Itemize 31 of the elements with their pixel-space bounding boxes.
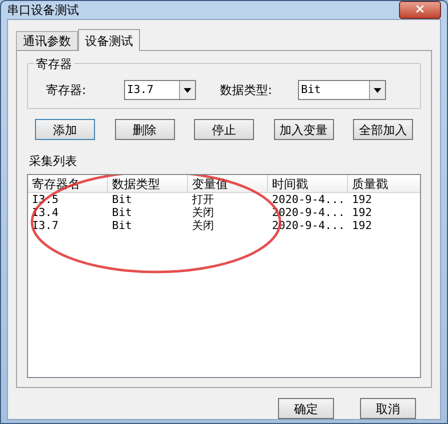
dialog-button[interactable]: 取消 bbox=[360, 398, 416, 419]
table-cell-text: 关闭 bbox=[191, 206, 215, 219]
table-cell-text: 打开 bbox=[191, 193, 215, 206]
table-cell-text: Bit bbox=[111, 193, 133, 206]
table-cell-text: Bit bbox=[111, 219, 133, 232]
dialog-button[interactable]: 确定 bbox=[278, 398, 334, 419]
tab[interactable]: 通讯参数 bbox=[16, 31, 78, 50]
table-cell-text: 192 bbox=[351, 206, 373, 219]
column-header[interactable]: 时间戳 bbox=[268, 175, 348, 193]
table-cell-text: 关闭 bbox=[191, 219, 215, 232]
action-button[interactable]: 全部加入 bbox=[353, 119, 413, 140]
action-button[interactable]: 加入变量 bbox=[274, 119, 334, 140]
column-header[interactable]: 数据类型 bbox=[108, 175, 188, 193]
data-type-value: Bit bbox=[301, 82, 321, 98]
list-title: 采集列表 bbox=[28, 153, 78, 170]
table-cell-text: I3.7 bbox=[31, 219, 60, 232]
register-value: I3.7 bbox=[127, 82, 154, 98]
table-cell-text: 192 bbox=[351, 219, 373, 232]
table-cell-text: Bit bbox=[111, 206, 133, 219]
table-cell-text: 2020-9-4... bbox=[271, 193, 346, 206]
window-title: 串口设备测试 bbox=[7, 2, 79, 19]
tab[interactable]: 设备测试 bbox=[78, 29, 140, 51]
field-label: 寄存器: bbox=[46, 82, 88, 99]
column-header[interactable]: 质量戳 bbox=[348, 175, 420, 193]
field-label: 数据类型: bbox=[220, 82, 274, 99]
data-type-dropdown[interactable]: Bit bbox=[298, 80, 386, 100]
action-button[interactable]: 删除 bbox=[114, 119, 174, 140]
action-button[interactable]: 添加 bbox=[35, 119, 95, 140]
table-cell-text: 192 bbox=[351, 193, 373, 206]
register-dropdown[interactable]: I3.7 bbox=[124, 80, 196, 100]
action-button[interactable]: 停止 bbox=[194, 119, 254, 140]
